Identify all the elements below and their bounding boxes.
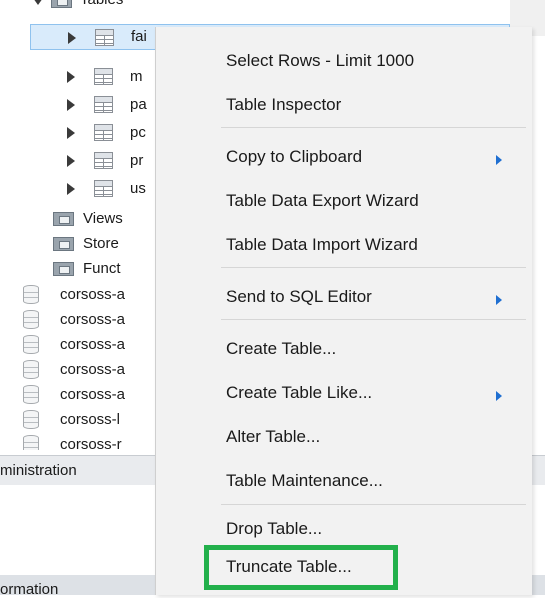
submenu-arrow-icon xyxy=(496,155,502,165)
table-icon xyxy=(94,152,113,169)
menu-item-label: Select Rows - Limit 1000 xyxy=(226,51,415,70)
menu-item-label: Send to SQL Editor xyxy=(226,287,372,306)
menu-item-label: Alter Table... xyxy=(226,427,321,446)
schema-name: corsoss-a xyxy=(60,386,126,403)
schema-name: corsoss-l xyxy=(60,411,121,428)
table-name: pr xyxy=(130,152,144,169)
schema-name: corsoss-a xyxy=(60,361,126,378)
menu-separator xyxy=(221,127,526,128)
administration-tab-label: ministration xyxy=(0,462,77,479)
table-icon xyxy=(94,180,113,197)
table-icon xyxy=(94,68,113,85)
menu-item-send-to-sql-editor[interactable]: Send to SQL Editor xyxy=(156,279,533,315)
table-name: fai xyxy=(131,28,147,45)
expand-arrow-right-icon[interactable] xyxy=(67,99,75,111)
database-icon xyxy=(23,310,39,329)
submenu-arrow-icon xyxy=(496,391,502,401)
schema-name: corsoss-a xyxy=(60,286,126,303)
table-icon xyxy=(94,124,113,141)
database-icon xyxy=(23,335,39,354)
menu-item-table-inspector[interactable]: Table Inspector xyxy=(156,87,533,123)
menu-item-select-rows[interactable]: Select Rows - Limit 1000 xyxy=(156,43,533,79)
information-panel-label: ormation xyxy=(0,581,59,598)
menu-item-create-table[interactable]: Create Table... xyxy=(156,331,533,367)
expand-arrow-right-icon[interactable] xyxy=(68,32,76,44)
expand-arrow-right-icon[interactable] xyxy=(67,183,75,195)
menu-item-table-maintenance[interactable]: Table Maintenance... xyxy=(156,463,533,499)
database-icon xyxy=(23,285,39,304)
expand-arrow-right-icon[interactable] xyxy=(67,155,75,167)
table-name: pa xyxy=(130,96,147,113)
menu-item-label: Table Data Import Wizard xyxy=(226,235,418,254)
folder-label: Store xyxy=(83,235,119,252)
table-icon xyxy=(95,29,114,46)
menu-item-label: Drop Table... xyxy=(226,519,323,538)
expand-arrow-right-icon[interactable] xyxy=(67,127,75,139)
truncate-highlight-box xyxy=(204,545,398,590)
folder-label: Funct xyxy=(83,260,121,277)
menu-item-label: Copy to Clipboard xyxy=(226,147,363,166)
database-icon xyxy=(23,410,39,429)
table-name: m xyxy=(130,68,143,85)
schema-name: corsoss-a xyxy=(60,311,126,328)
menu-separator xyxy=(221,319,526,320)
menu-item-table-data-export-wizard[interactable]: Table Data Export Wizard xyxy=(156,183,533,219)
table-name: us xyxy=(130,180,146,197)
table-name: pc xyxy=(130,124,146,141)
expand-arrow-down-icon[interactable] xyxy=(33,0,43,5)
expand-arrow-right-icon[interactable] xyxy=(67,71,75,83)
views-folder-icon xyxy=(53,210,74,227)
menu-item-create-table-like[interactable]: Create Table Like... xyxy=(156,375,533,411)
tree-node-tables[interactable]: Tables xyxy=(0,0,510,13)
tree-node-label: Tables xyxy=(80,0,123,13)
schema-name: corsoss-a xyxy=(60,336,126,353)
table-icon xyxy=(94,96,113,113)
table-context-menu: Select Rows - Limit 1000 Table Inspector… xyxy=(155,27,532,595)
database-icon xyxy=(23,435,39,450)
menu-item-table-data-import-wizard[interactable]: Table Data Import Wizard xyxy=(156,227,533,263)
menu-separator xyxy=(221,504,526,505)
schema-name: corsoss-r xyxy=(60,436,122,450)
menu-item-copy-to-clipboard[interactable]: Copy to Clipboard xyxy=(156,139,533,175)
functions-folder-icon xyxy=(53,260,74,277)
tables-folder-icon xyxy=(51,0,72,9)
menu-item-alter-table[interactable]: Alter Table... xyxy=(156,419,533,455)
database-icon xyxy=(23,385,39,404)
menu-item-label: Table Maintenance... xyxy=(226,471,383,490)
menu-item-label: Create Table... xyxy=(226,339,337,358)
menu-item-drop-table[interactable]: Drop Table... xyxy=(156,511,533,547)
menu-item-label: Create Table Like... xyxy=(226,383,373,402)
menu-separator xyxy=(221,267,526,268)
stored-procedures-folder-icon xyxy=(53,235,74,252)
menu-item-label: Table Data Export Wizard xyxy=(226,191,419,210)
database-icon xyxy=(23,360,39,379)
submenu-arrow-icon xyxy=(496,295,502,305)
menu-item-label: Table Inspector xyxy=(226,95,342,114)
folder-label: Views xyxy=(83,210,123,227)
